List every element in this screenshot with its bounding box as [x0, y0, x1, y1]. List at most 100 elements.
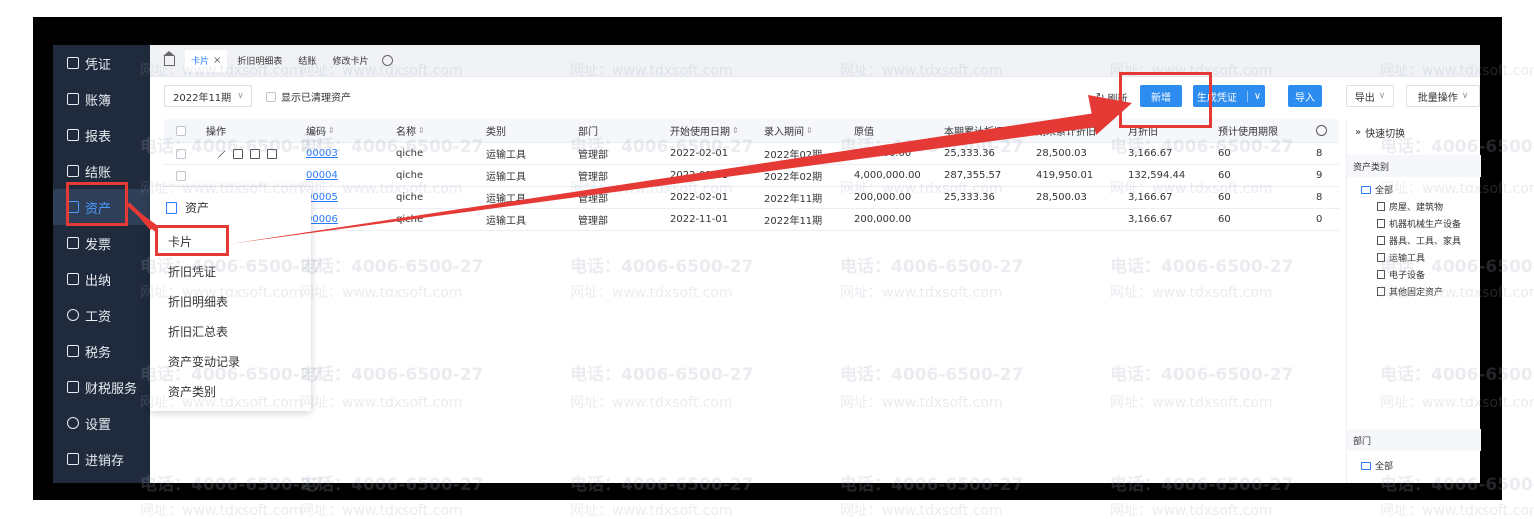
tab-depreciation-detail[interactable]: 折旧明细表 [231, 50, 288, 72]
col-department: 部门 [578, 127, 598, 138]
chevron-down-icon: ∨ [237, 91, 244, 101]
cell-category: 运输工具 [486, 150, 526, 161]
sidebar-item-voucher[interactable]: 凭证 [53, 45, 150, 81]
sidebar-item-invoice[interactable]: 发票 [53, 225, 150, 261]
tree-item-machinery[interactable]: 机器机械生产设备 [1377, 217, 1461, 230]
screenshot-root: 凭证 账簿 报表 结账 资产 发票 出纳 工资 税务 财税服务 设置 进销存 卡… [0, 0, 1534, 519]
quick-switch-header[interactable]: » 快速切换 [1355, 125, 1405, 140]
col-start-date[interactable]: 开始使用日期 ⇕ [666, 119, 758, 142]
sidebar-item-ledger[interactable]: 账簿 [53, 81, 150, 117]
tab-edit-card[interactable]: 修改卡片 [326, 50, 374, 72]
sidebar-item-salary[interactable]: 工资 [53, 297, 150, 333]
sidebar-item-inventory[interactable]: 进销存 [53, 441, 150, 477]
cell-name: qiche [396, 170, 424, 181]
submenu-item-depreciation-detail[interactable]: 折旧明细表 [168, 293, 228, 310]
folder-icon [1361, 185, 1371, 194]
table-row[interactable]: 00003 qiche 运输工具 管理部 2022-02-01 2022年02期 200,0… [164, 143, 1339, 165]
cell-extra: 9 [1316, 170, 1323, 181]
cell-start-date: 2022-02-01 [670, 148, 729, 159]
tab-closing[interactable]: 结账 [292, 50, 322, 72]
chevron-down-icon[interactable]: ∨ [1246, 90, 1261, 102]
close-icon[interactable]: × [213, 55, 221, 66]
invoice-icon [67, 237, 79, 249]
submenu-item-asset-change-log[interactable]: 资产变动记录 [168, 353, 240, 370]
sort-icon: ⇕ [418, 126, 425, 135]
period-select[interactable]: 2022年11期 ∨ [164, 85, 252, 107]
row-checkbox-cell [172, 165, 192, 186]
cell-extra: 8 [1316, 148, 1323, 159]
home-icon[interactable] [163, 50, 175, 66]
col-end-depreciation: 期末累计折旧 [1036, 127, 1096, 138]
col-original-value: 原值 [854, 127, 874, 138]
table-row[interactable]: 00006 qiche 运输工具 管理部 2022-11-01 2022年11期 200,0… [164, 209, 1339, 231]
cell-original-value: 200,000.00 [854, 192, 912, 203]
asset-type-section: 资产类别 [1347, 155, 1481, 177]
submenu-item-asset-category[interactable]: 资产类别 [168, 383, 216, 400]
copy-icon[interactable] [233, 148, 243, 159]
more-tabs-icon[interactable] [382, 55, 394, 66]
cell-monthly-depreciation: 3,166.67 [1128, 192, 1173, 203]
watermark-url: 网址：www.tdxsoft.com [140, 503, 303, 519]
submenu-header: 资产 [166, 199, 209, 216]
sidebar-item-report[interactable]: 报表 [53, 117, 150, 153]
show-cleared-checkbox[interactable] [266, 91, 276, 102]
highlight-box-card [155, 225, 229, 256]
sidebar-item-tax[interactable]: 税务 [53, 333, 150, 369]
table-row[interactable]: 00004 qiche 运输工具 管理部 2022-01-01 2022年02期 4,000… [164, 165, 1339, 187]
cell-entry-period: 2022年02期 [764, 172, 823, 183]
cell-category: 运输工具 [486, 216, 526, 227]
table-row[interactable]: 00005 qiche 运输工具 管理部 2022-02-01 2022年11期 200,0… [164, 187, 1339, 209]
column-settings-icon[interactable] [1312, 119, 1334, 142]
document-icon [1377, 202, 1385, 211]
tree-item-tools-furniture[interactable]: 器具、工具、家具 [1377, 234, 1461, 247]
tree-item-all-types[interactable]: 全部 [1361, 183, 1393, 196]
submenu-item-depreciation-summary[interactable]: 折旧汇总表 [168, 323, 228, 340]
cell-code[interactable]: 00005 [302, 187, 382, 208]
tab-card[interactable]: 卡片 × [185, 49, 228, 72]
main-content: 卡片 × 折旧明细表 结账 修改卡片 2022年11期 ∨ 显示已清理资产 ↻ 刷新 … [150, 45, 1481, 483]
tree-item-all-departments[interactable]: 全部 [1361, 459, 1393, 472]
row-checkbox[interactable] [176, 170, 186, 181]
sidebar-item-settings[interactable]: 设置 [53, 405, 150, 441]
tab-bar: 卡片 × 折旧明细表 结账 修改卡片 [150, 45, 1480, 77]
cell-name: qiche [396, 148, 424, 159]
sidebar-item-cashier[interactable]: 出纳 [53, 261, 150, 297]
export-button[interactable]: 导出 ∨ [1346, 85, 1394, 107]
cell-current-depreciation: 287,355.57 [944, 170, 1002, 181]
sidebar-item-tax-service[interactable]: 财税服务 [53, 369, 150, 405]
cell-extra: 0 [1316, 214, 1323, 225]
tree-item-electronics[interactable]: 电子设备 [1377, 268, 1425, 281]
quick-switch-panel: » 快速切换 资产类别 全部 房屋、建筑物 机器机械生产设备 器具、工具、家具 运… [1346, 119, 1481, 483]
report-icon [67, 129, 79, 141]
cell-monthly-depreciation: 3,166.67 [1128, 148, 1173, 159]
delete-icon[interactable] [250, 148, 260, 159]
cell-code[interactable]: 00003 [302, 143, 382, 164]
toolbar: 2022年11期 ∨ 显示已清理资产 ↻ 刷新 新增 生成凭证 ∨ 导入 导出 ∨ 批量… [150, 81, 1480, 111]
tree-item-transport[interactable]: 运输工具 [1377, 251, 1425, 264]
cell-code[interactable]: 00006 [302, 209, 382, 230]
tree-item-buildings[interactable]: 房屋、建筑物 [1377, 200, 1443, 213]
col-operation: 操作 [206, 127, 226, 138]
closing-icon [67, 165, 79, 177]
cell-code[interactable]: 00004 [302, 165, 382, 186]
cell-department: 管理部 [578, 150, 608, 161]
batch-operation-button[interactable]: 批量操作 ∨ [1406, 85, 1480, 107]
show-cleared-toggle[interactable]: 显示已清理资产 [266, 89, 351, 104]
col-name[interactable]: 名称 ⇕ [392, 119, 472, 142]
import-button[interactable]: 导入 [1288, 85, 1322, 107]
cell-expected-life: 60 [1218, 192, 1231, 203]
tree-item-other-assets[interactable]: 其他固定资产 [1377, 285, 1443, 298]
cell-extra: 8 [1316, 192, 1323, 203]
col-entry-period[interactable]: 录入期间 ⇕ [760, 119, 842, 142]
edit-icon[interactable] [216, 148, 226, 159]
ledger-icon [67, 93, 79, 105]
clear-icon[interactable] [267, 148, 277, 159]
col-code[interactable]: 编码 ⇕ [302, 119, 382, 142]
cell-expected-life: 60 [1218, 148, 1231, 159]
watermark-url: 网址：www.tdxsoft.com [840, 503, 1003, 519]
col-category: 类别 [486, 127, 506, 138]
cashier-icon [67, 273, 79, 285]
row-checkbox[interactable] [176, 148, 186, 159]
select-all-checkbox[interactable] [176, 125, 186, 136]
submenu-item-depreciation-voucher[interactable]: 折旧凭证 [168, 263, 216, 280]
